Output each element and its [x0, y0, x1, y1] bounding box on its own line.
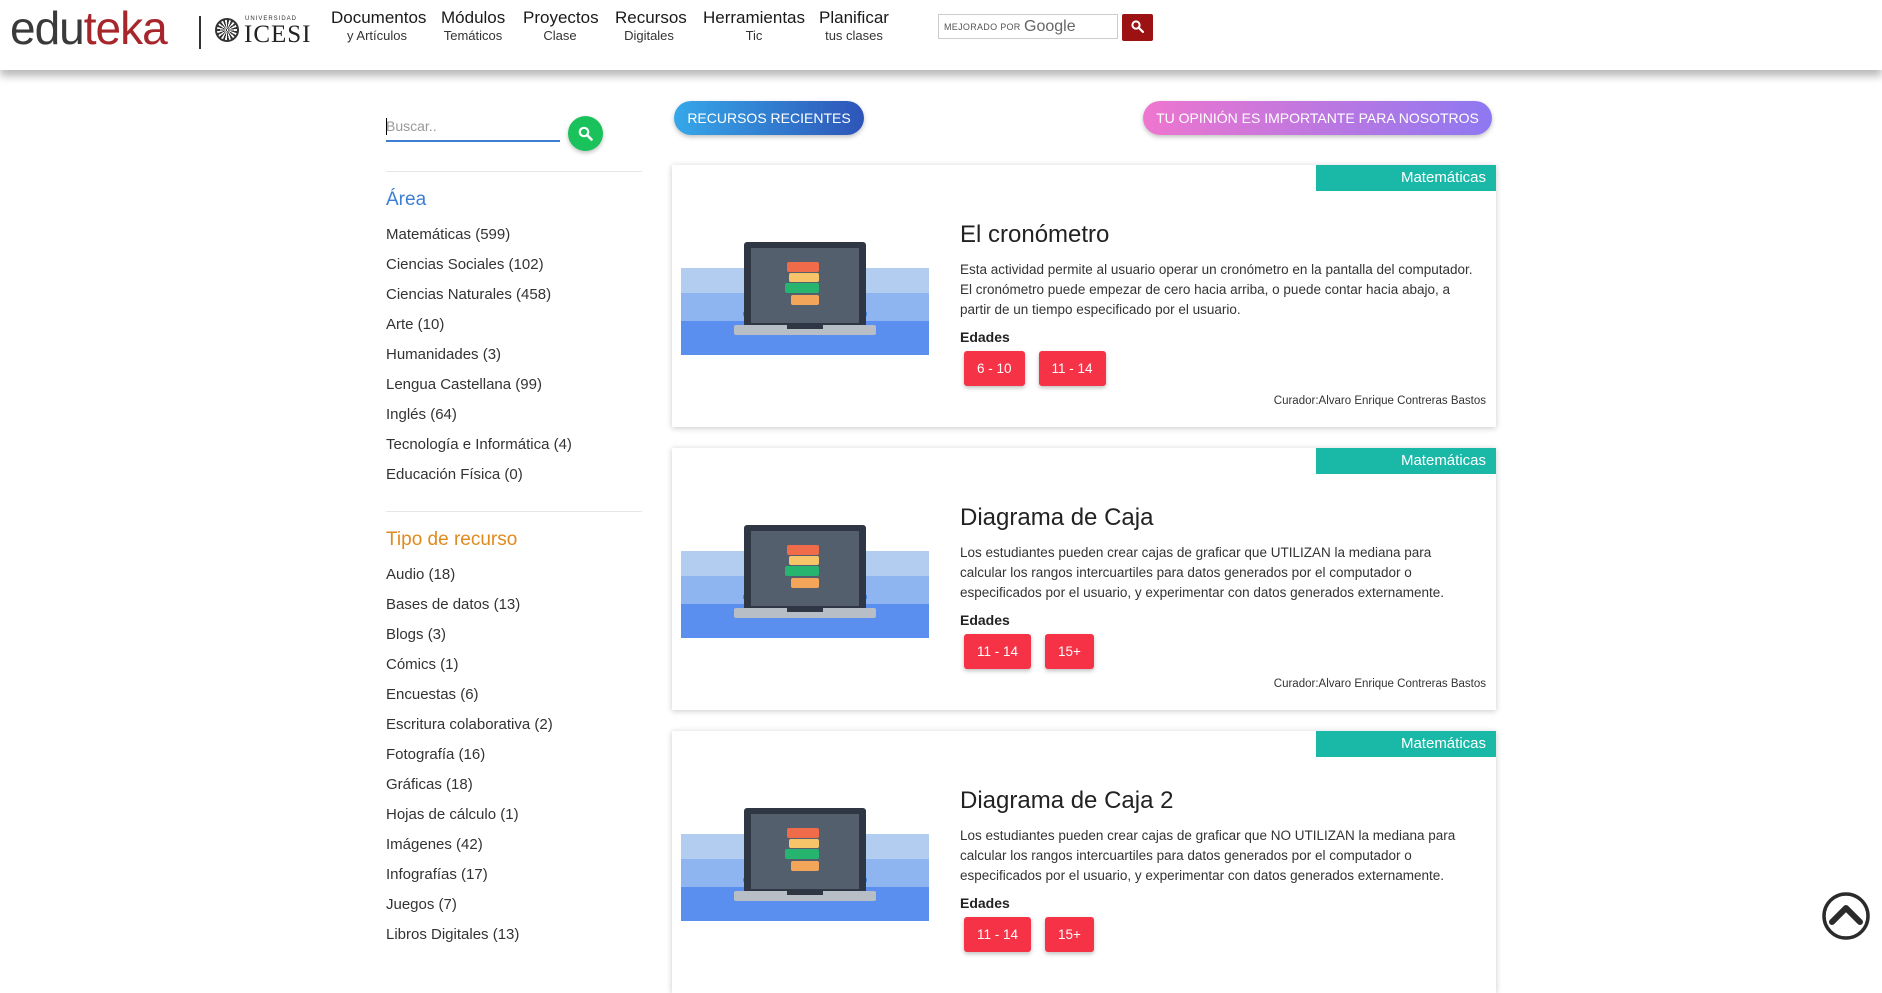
sidebar-search-field[interactable] [386, 114, 560, 142]
nav-planificar[interactable]: Planificar tus clases [818, 8, 890, 44]
laptop-books-icon[interactable] [681, 237, 929, 355]
ages-label: Edades [960, 895, 1010, 911]
curator-label: Curador:Alvaro Enrique Contreras Bastos [1273, 678, 1486, 690]
area-heading: Área [386, 189, 427, 210]
laptop-books-icon[interactable] [681, 520, 929, 638]
age-badge[interactable]: 11 - 14 [1038, 351, 1106, 386]
area-item[interactable]: Arte (10) [386, 315, 572, 345]
resource-description: Esta actividad permite al usuario operar… [960, 262, 1473, 317]
resource-card: Matemáticas El cronómetro Esta actividad… [672, 165, 1496, 427]
search-icon [1131, 20, 1144, 33]
area-item[interactable]: Inglés (64) [386, 405, 572, 435]
nav-proyectos[interactable]: Proyectos Clase [523, 8, 599, 44]
age-badge[interactable]: 15+ [1045, 634, 1094, 669]
tipo-item[interactable]: Infografías (17) [386, 865, 553, 895]
age-badge[interactable]: 11 - 14 [964, 634, 1032, 669]
tipo-item[interactable]: Fotografía (16) [386, 745, 553, 775]
tipo-item[interactable]: Escritura colaborativa (2) [386, 715, 553, 745]
opinion-button[interactable]: TU OPINIÓN ES IMPORTANTE PARA NOSOTROS [1143, 101, 1492, 135]
sidebar-search-button[interactable] [568, 116, 603, 151]
tipo-item[interactable]: Hojas de cálculo (1) [386, 805, 553, 835]
nav-documentos[interactable]: Documentos y Artículos [331, 8, 426, 44]
tipo-item[interactable]: Imágenes (42) [386, 835, 553, 865]
logo-divider [199, 16, 201, 49]
tipo-item[interactable]: Juegos (7) [386, 895, 553, 925]
age-badge[interactable]: 6 - 10 [964, 351, 1025, 386]
eduteka-logo[interactable]: eduteka [10, 5, 168, 51]
age-badges: 11 - 14 15+ [964, 634, 1108, 669]
text-caret [386, 118, 387, 135]
resource-title[interactable]: El cronómetro [960, 221, 1109, 249]
laptop-books-icon[interactable] [681, 803, 929, 921]
resource-card: Matemáticas Diagrama de Caja Los estudia… [672, 448, 1496, 710]
sidebar-search-input[interactable] [386, 114, 556, 138]
site-header: eduteka UNIVERSIDAD ICESI Documentos y A… [0, 0, 1882, 70]
area-item[interactable]: Lengua Castellana (99) [386, 375, 572, 405]
resource-description: Los estudiantes pueden crear cajas de gr… [960, 545, 1445, 600]
area-tag[interactable]: Matemáticas [1316, 448, 1496, 474]
area-list: Matemáticas (599) Ciencias Sociales (102… [386, 225, 572, 495]
sidebar-divider [386, 171, 642, 172]
area-item[interactable]: Ciencias Naturales (458) [386, 285, 572, 315]
area-tag[interactable]: Matemáticas [1316, 165, 1496, 191]
tipo-item[interactable]: Audio (18) [386, 565, 553, 595]
resource-title[interactable]: Diagrama de Caja 2 [960, 787, 1173, 815]
ages-label: Edades [960, 329, 1010, 345]
area-item[interactable]: Educación Física (0) [386, 465, 572, 495]
resource-card: Matemáticas Diagrama de Caja 2 Los estud… [672, 731, 1496, 993]
recent-resources-button[interactable]: RECURSOS RECIENTES [674, 101, 864, 135]
tipo-item[interactable]: Gráficas (18) [386, 775, 553, 805]
tipo-list: Audio (18) Bases de datos (13) Blogs (3)… [386, 565, 553, 955]
google-search-button[interactable] [1122, 14, 1153, 41]
area-item[interactable]: Tecnología e Informática (4) [386, 435, 572, 465]
nav-modulos[interactable]: Módulos Temáticos [441, 8, 505, 44]
search-icon [578, 126, 593, 141]
sidebar-divider [386, 511, 642, 512]
area-tag[interactable]: Matemáticas [1316, 731, 1496, 757]
age-badges: 6 - 10 11 - 14 [964, 351, 1120, 386]
resource-description: Los estudiantes pueden crear cajas de gr… [960, 828, 1456, 883]
nav-recursos[interactable]: Recursos Digitales [615, 8, 687, 44]
nav-herramientas[interactable]: Herramientas Tic [702, 8, 806, 44]
area-item[interactable]: Matemáticas (599) [386, 225, 572, 255]
tipo-heading: Tipo de recurso [386, 529, 518, 550]
age-badge[interactable]: 11 - 14 [964, 917, 1032, 952]
icesi-seal-icon [215, 18, 239, 42]
area-item[interactable]: Humanidades (3) [386, 345, 572, 375]
age-badge[interactable]: 15+ [1045, 917, 1094, 952]
age-badges: 11 - 14 15+ [964, 917, 1108, 952]
tipo-item[interactable]: Encuestas (6) [386, 685, 553, 715]
tipo-item[interactable]: Cómics (1) [386, 655, 553, 685]
resource-title[interactable]: Diagrama de Caja [960, 504, 1153, 532]
tipo-item[interactable]: Libros Digitales (13) [386, 925, 553, 955]
tipo-item[interactable]: Bases de datos (13) [386, 595, 553, 625]
google-search-input[interactable]: MEJORADO POR Google [938, 14, 1118, 39]
chevron-up-circle-icon[interactable] [1821, 891, 1871, 941]
area-item[interactable]: Ciencias Sociales (102) [386, 255, 572, 285]
tipo-item[interactable]: Blogs (3) [386, 625, 553, 655]
curator-label: Curador:Alvaro Enrique Contreras Bastos [1273, 395, 1486, 407]
ages-label: Edades [960, 612, 1010, 628]
